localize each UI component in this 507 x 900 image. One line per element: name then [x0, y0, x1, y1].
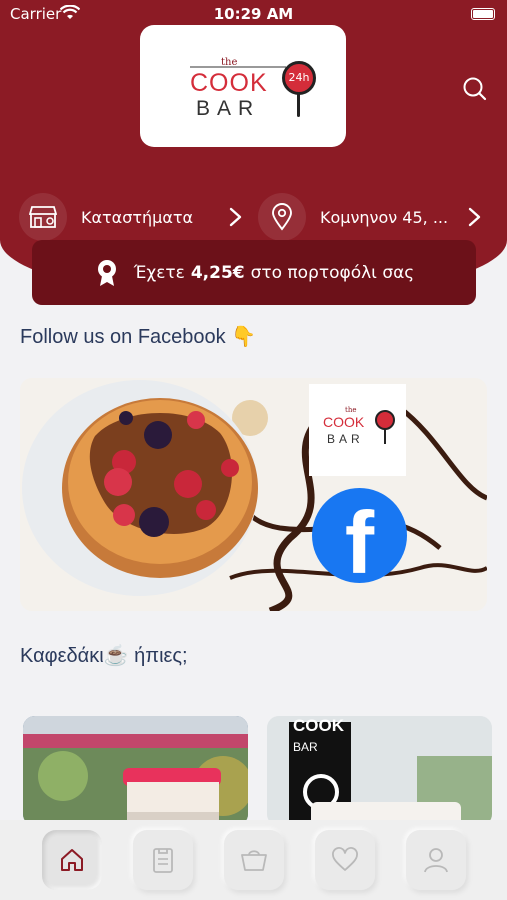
coffee-card[interactable] [23, 716, 248, 826]
tab-menu[interactable] [133, 830, 193, 890]
profile-icon [424, 848, 448, 873]
status-bar: Carrier 10:29 AM [0, 0, 507, 28]
facebook-logo-icon: f [312, 488, 407, 583]
banner-logo-the: the [345, 406, 357, 414]
brand-logo[interactable]: the COOK BAR 24h [140, 25, 346, 147]
banner-logo-bar: BAR [327, 432, 364, 446]
chevron-right-icon [229, 207, 242, 227]
coffee-cup-photo [23, 716, 248, 826]
facebook-banner[interactable]: the COOK BAR f [20, 378, 487, 611]
search-button[interactable] [460, 74, 490, 104]
wallet-suffix: στο πορτοφόλι σας [250, 262, 415, 283]
banner-logo-cook: COOK [323, 414, 365, 430]
bottom-tab-bar [0, 820, 507, 900]
tab-profile[interactable] [406, 830, 466, 890]
tab-favorites[interactable] [315, 830, 375, 890]
banner-brand-logo: the COOK BAR [309, 384, 406, 476]
tab-home[interactable] [42, 830, 102, 890]
tab-basket[interactable] [224, 830, 284, 890]
basket-icon [241, 850, 267, 871]
wallet-banner[interactable]: Έχετε 4,25€ στο πορτοφόλι σας [32, 240, 476, 305]
address-button[interactable]: Kομνηνον 45, ... [258, 192, 493, 242]
card-sign-bar: BAR [293, 740, 318, 754]
battery-icon [471, 8, 495, 20]
banner-logo-stem [384, 429, 386, 444]
logo-cook-text: COOK [190, 69, 268, 97]
banner-logo-pin [375, 410, 395, 430]
logo-bar-text: BAR [196, 97, 261, 120]
home-icon [61, 849, 83, 871]
stores-button[interactable]: Καταστήματα [19, 192, 249, 242]
coffee-card[interactable]: COOK BAR [267, 716, 492, 826]
logo-pin-stem [297, 93, 300, 117]
wallet-prefix: Έχετε [133, 262, 185, 283]
logo-pin-badge: 24h [282, 61, 316, 95]
pancake-photo [22, 380, 487, 611]
stores-label: Καταστήματα [81, 207, 194, 227]
heart-icon [332, 847, 358, 871]
search-icon [463, 77, 487, 101]
clock: 10:29 AM [213, 5, 294, 23]
address-label: Kομνηνον 45, ... [320, 207, 449, 227]
wallet-amount: 4,25€ [190, 262, 245, 283]
award-badge-icon [97, 259, 116, 286]
card-sign-cook: COOK [293, 716, 344, 735]
location-pin-icon [258, 193, 306, 241]
menu-icon [153, 848, 173, 873]
chevron-right-icon [468, 207, 481, 227]
store-icon [19, 193, 67, 241]
coffee-section-title: Καφεδάκι☕ ήπιες; [20, 645, 188, 667]
facebook-section-title: Follow us on Facebook 👇 [20, 326, 257, 348]
